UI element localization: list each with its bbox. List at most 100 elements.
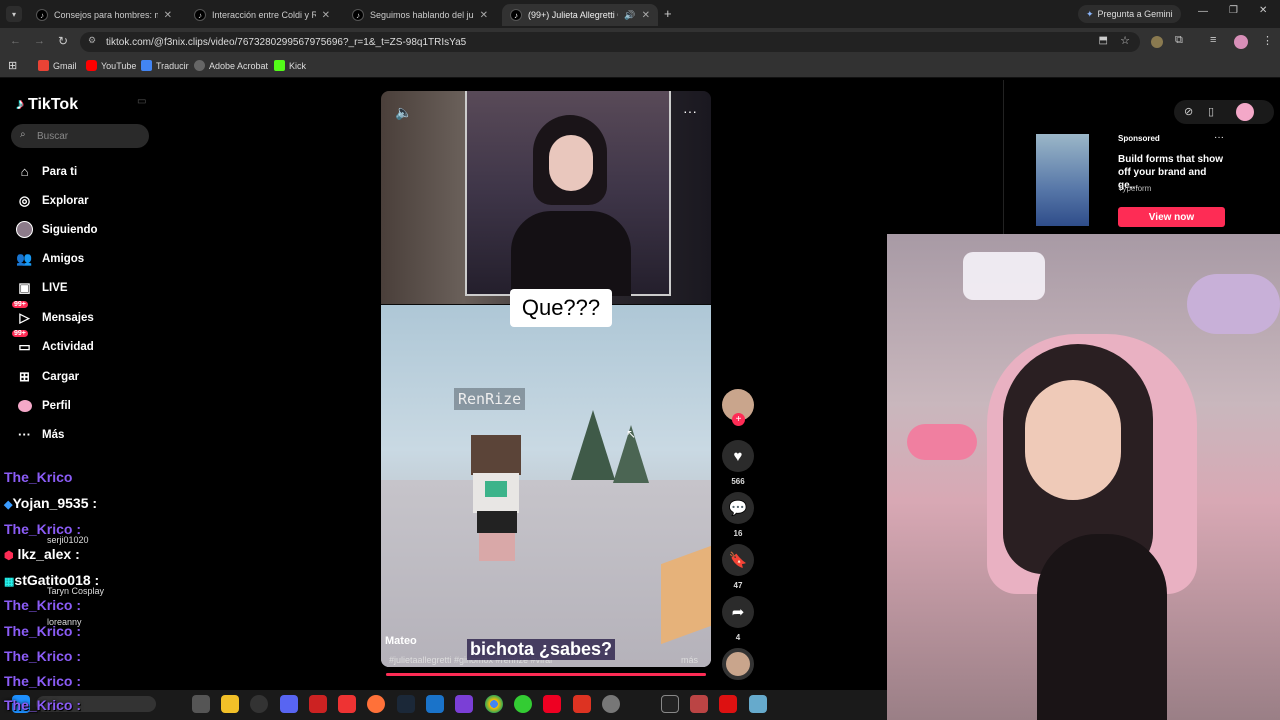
bookmark-kick[interactable]: Kick [274, 60, 306, 71]
browser-toolbar: ← → ↻ ⚙ tiktok.com/@f3nix.clips/video/76… [0, 28, 1280, 56]
comment-button[interactable]: 💬 [722, 492, 754, 524]
video-author[interactable]: Mateo [385, 631, 417, 649]
window-close-button[interactable]: ✕ [1259, 5, 1267, 16]
sidebar-item-live[interactable]: ▣ LIVE [16, 279, 67, 296]
close-icon[interactable]: ✕ [642, 10, 650, 21]
like-button[interactable]: ♥ [722, 440, 754, 472]
sidebar-item-cargar[interactable]: ⊞ Cargar [16, 368, 79, 385]
tiktok-logo[interactable]: ♪ TikTok [16, 96, 78, 114]
browser-tab-active[interactable]: ♪ (99+) Julieta Allegretti Girlo 🔊 ✕ [502, 4, 658, 26]
video-player[interactable]: 🔈 ··· Mateo #julietaallegretti #girlomox… [381, 91, 711, 667]
share-button[interactable]: ➦ [722, 596, 754, 628]
file-explorer-icon[interactable] [221, 695, 239, 713]
tiktok-icon: ♪ [352, 9, 364, 21]
discord-icon[interactable] [280, 695, 298, 713]
following-icon [16, 221, 33, 238]
new-tab-button[interactable]: + [664, 6, 672, 21]
app-icon[interactable] [309, 695, 327, 713]
notification-badge: 99+ [12, 301, 28, 308]
save-button[interactable]: 🔖 [722, 544, 754, 576]
video-progress-bar[interactable] [386, 673, 706, 676]
task-view-icon[interactable] [192, 695, 210, 713]
video-options-icon[interactable]: ··· [683, 103, 697, 119]
app-icon[interactable] [719, 695, 737, 713]
like-count: 566 [731, 477, 745, 486]
device-icon[interactable]: ▯ [1208, 105, 1214, 118]
view-now-button[interactable]: View now [1118, 207, 1225, 227]
follow-plus-icon[interactable]: + [732, 413, 745, 426]
gemini-button[interactable]: ✦ Pregunta a Gemini [1078, 5, 1181, 23]
apps-grid-icon[interactable]: ⊞ [8, 59, 17, 72]
firefox-icon[interactable] [367, 695, 385, 713]
browser-tab[interactable]: ♪ Interacción entre Coldi y Roier ✕ [186, 4, 338, 26]
app-icon[interactable] [455, 695, 473, 713]
sidebar-item-mas[interactable]: ··· Más [16, 426, 64, 443]
tab-title: Interacción entre Coldi y Roier [212, 10, 316, 20]
sidebar-item-label: Mensajes [42, 311, 94, 324]
minimize-button[interactable]: — [1198, 6, 1208, 17]
bookmark-star-icon[interactable]: ☆ [1120, 34, 1130, 47]
close-icon[interactable]: ✕ [164, 10, 172, 21]
app-icon[interactable] [338, 695, 356, 713]
bookmark-label: Adobe Acrobat [209, 60, 269, 71]
chat-message: The_Krico : [4, 697, 82, 713]
bookmark-traducir[interactable]: Traducir [141, 60, 189, 71]
sidebar-item-label: Siguiendo [42, 223, 98, 236]
address-bar[interactable]: ⚙ tiktok.com/@f3nix.clips/video/76732802… [80, 32, 1140, 52]
creator-avatar-button[interactable]: + [722, 389, 754, 426]
install-icon[interactable]: ⬒ [1099, 35, 1108, 46]
app-icon[interactable] [426, 695, 444, 713]
profile-avatar-icon[interactable] [1234, 35, 1248, 49]
sidebar-item-siguiendo[interactable]: Siguiendo [16, 221, 98, 238]
app-icon[interactable] [514, 695, 532, 713]
app-icon[interactable] [749, 695, 767, 713]
mouse-cursor-icon: ↖ [626, 427, 637, 441]
browser-tab[interactable]: ♪ Seguimos hablando del juego ✕ [344, 4, 496, 26]
more-link[interactable]: más [681, 655, 698, 665]
youtube-icon [86, 60, 97, 71]
bookmark-gmail[interactable]: Gmail [38, 60, 77, 71]
app-icon[interactable] [661, 695, 679, 713]
app-icon[interactable] [573, 695, 591, 713]
app-icon[interactable] [690, 695, 708, 713]
bookmark-youtube[interactable]: YouTube [86, 60, 136, 71]
sidebar-item-actividad[interactable]: ▭ 99+ Actividad [12, 330, 94, 355]
collapse-sidebar-icon[interactable]: ▭ [137, 96, 146, 107]
maximize-button[interactable]: ❐ [1229, 5, 1238, 16]
app-icon[interactable] [602, 695, 620, 713]
ad-options-icon[interactable]: ··· [1214, 132, 1224, 143]
close-icon[interactable]: ✕ [322, 10, 330, 21]
sidebar-item-para-ti[interactable]: ⌂ Para ti [16, 163, 78, 180]
sidebar-item-perfil[interactable]: Perfil [16, 397, 71, 414]
media-icon[interactable]: ≡ [1210, 34, 1216, 46]
steam-icon[interactable] [397, 695, 415, 713]
tab-list-chevron-icon[interactable]: ▾ [6, 6, 22, 22]
close-icon[interactable]: ✕ [480, 10, 488, 21]
app-icon[interactable] [250, 695, 268, 713]
compass-icon[interactable]: ⊘ [1184, 105, 1193, 118]
ad-thumbnail[interactable] [1036, 134, 1089, 226]
live-icon: ▣ [18, 279, 31, 295]
reload-icon[interactable]: ↻ [58, 34, 68, 48]
sidebar-item-mensajes[interactable]: ▷ 99+ Mensajes [12, 301, 94, 326]
chat-message: The_Krico : [4, 673, 82, 689]
chrome-icon[interactable] [485, 695, 503, 713]
sidebar-item-label: Para ti [42, 165, 78, 178]
sidebar-item-amigos[interactable]: 👥 Amigos [16, 250, 84, 267]
back-icon[interactable]: ← [10, 35, 21, 47]
minecraft-clip-image [381, 305, 711, 667]
app-icon[interactable] [543, 695, 561, 713]
bookmark-adobe-acrobat[interactable]: Adobe Acrobat [194, 60, 268, 71]
puzzle-icon[interactable]: ⧉ [1175, 34, 1183, 47]
sound-disc-button[interactable] [722, 648, 754, 680]
user-avatar-icon[interactable] [1236, 103, 1254, 121]
site-info-icon[interactable]: ⚙ [88, 35, 96, 46]
forward-icon[interactable]: → [34, 35, 45, 47]
search-input[interactable]: ⌕ Buscar [11, 124, 149, 148]
speaker-icon[interactable]: 🔊 [624, 10, 635, 21]
browser-tab[interactable]: ♪ Consejos para hombres: mirad ✕ [28, 4, 180, 26]
menu-icon[interactable]: ⋮ [1262, 34, 1273, 47]
extension-icon[interactable] [1151, 36, 1163, 48]
mute-icon[interactable]: 🔈 [395, 104, 412, 121]
sidebar-item-explorar[interactable]: ◎ Explorar [16, 192, 89, 209]
